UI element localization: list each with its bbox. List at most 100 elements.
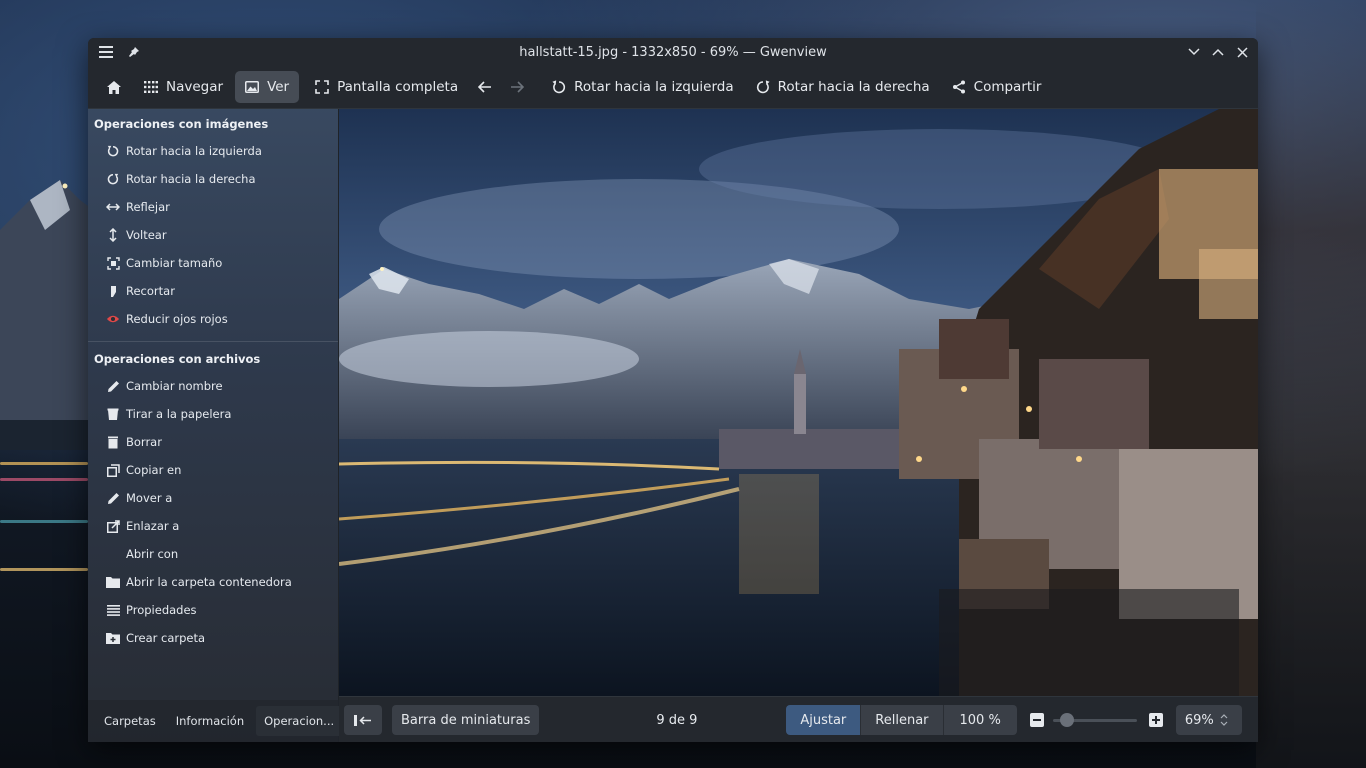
pencil-icon (106, 491, 120, 505)
image-viewer[interactable] (339, 109, 1258, 696)
tab-folders[interactable]: Carpetas (96, 706, 164, 736)
folder-icon (106, 575, 120, 589)
sidebar: Operaciones con imágenes Rotar hacia la … (88, 109, 346, 742)
op-label: Mover a (126, 491, 173, 505)
browse-button[interactable]: Navegar (134, 71, 233, 103)
op-label: Propiedades (126, 603, 197, 617)
op-label: Abrir la carpeta contenedora (126, 575, 292, 589)
op-label: Rotar hacia la izquierda (126, 144, 262, 158)
rotate-left-icon (106, 144, 120, 158)
rotate-left-button[interactable]: Rotar hacia la izquierda (542, 71, 744, 103)
op-delete[interactable]: Borrar (88, 428, 338, 456)
op-open-with[interactable]: Abrir con (88, 540, 338, 568)
op-crop[interactable]: Recortar (88, 277, 338, 305)
maximize-chevron-up-icon[interactable] (1210, 44, 1226, 60)
fullscreen-button[interactable]: Pantalla completa (305, 71, 468, 103)
op-open-folder[interactable]: Abrir la carpeta contenedora (88, 568, 338, 596)
arrow-right-icon (511, 81, 525, 93)
op-label: Borrar (126, 435, 162, 449)
share-label: Compartir (973, 79, 1042, 95)
op-label: Copiar en (126, 463, 182, 477)
view-button[interactable]: Ver (235, 71, 300, 103)
sidebar-tabs: Carpetas Información Operacion... (88, 700, 346, 742)
zoom-slider[interactable] (1052, 713, 1137, 727)
file-operations-title: Operaciones con archivos (94, 352, 261, 366)
titlebar: hallstatt-15.jpg - 1332x850 - 69% — Gwen… (88, 38, 1258, 66)
window-title: hallstatt-15.jpg - 1332x850 - 69% — Gwen… (519, 44, 827, 60)
op-label: Cambiar tamaño (126, 256, 223, 270)
op-label: Rotar hacia la derecha (126, 172, 256, 186)
next-button[interactable] (502, 71, 532, 103)
op-link[interactable]: Enlazar a (88, 512, 338, 540)
op-new-folder[interactable]: Crear carpeta (88, 624, 338, 652)
sidebar-divider (88, 341, 338, 342)
op-mirror[interactable]: Reflejar (88, 193, 338, 221)
share-button[interactable]: Compartir (942, 71, 1052, 103)
zoom-slider-handle[interactable] (1059, 713, 1074, 727)
rotate-left-icon (552, 80, 566, 94)
op-flip[interactable]: Voltear (88, 221, 338, 249)
home-button[interactable] (96, 71, 132, 103)
image-position: 9 de 9 (656, 712, 698, 728)
plus-icon (1151, 716, 1160, 724)
op-rotate-right[interactable]: Rotar hacia la derecha (88, 165, 338, 193)
pencil-icon (106, 379, 120, 393)
gwenview-window: hallstatt-15.jpg - 1332x850 - 69% — Gwen… (88, 38, 1258, 742)
new-folder-icon (106, 631, 120, 645)
fullscreen-label: Pantalla completa (337, 79, 459, 95)
toggle-sidebar-button[interactable] (344, 705, 382, 735)
fullscreen-icon (315, 80, 329, 94)
browse-label: Navegar (166, 79, 224, 95)
rotate-right-icon (106, 172, 120, 186)
op-rotate-left[interactable]: Rotar hacia la izquierda (88, 137, 338, 165)
hamburger-menu-icon[interactable] (98, 44, 114, 60)
arrow-left-icon (478, 81, 492, 93)
zoom-value: 69% (1184, 712, 1214, 728)
properties-icon (106, 603, 120, 617)
home-icon (107, 80, 121, 94)
op-label: Voltear (126, 228, 167, 242)
op-copy[interactable]: Copiar en (88, 456, 338, 484)
zoom-100-button[interactable]: 100 % (942, 705, 1017, 735)
thumbnail-bar-button[interactable]: Barra de miniaturas (392, 705, 540, 735)
tab-information[interactable]: Información (168, 706, 252, 736)
op-label: Reducir ojos rojos (126, 312, 228, 326)
image-operations-title: Operaciones con imágenes (94, 117, 269, 131)
share-icon (952, 80, 965, 94)
fill-button[interactable]: Rellenar (860, 705, 943, 735)
hallstatt-photo (339, 109, 1258, 696)
rotate-right-label: Rotar hacia la derecha (777, 79, 930, 95)
zoom-out-button[interactable] (1029, 713, 1044, 727)
rotate-right-button[interactable]: Rotar hacia la derecha (746, 71, 940, 103)
rotate-left-label: Rotar hacia la izquierda (574, 79, 734, 95)
op-move[interactable]: Mover a (88, 484, 338, 512)
minimize-chevron-down-icon[interactable] (1186, 44, 1202, 60)
zoom-mode-group: Ajustar Rellenar 100 % (786, 705, 1017, 735)
mirror-icon (106, 200, 120, 214)
flip-icon (106, 228, 120, 242)
wallpaper-light-trail (0, 568, 88, 571)
zoom-in-button[interactable] (1148, 713, 1163, 727)
op-red-eye[interactable]: Reducir ojos rojos (88, 305, 338, 333)
wallpaper-mountain (0, 180, 100, 450)
previous-button[interactable] (470, 71, 500, 103)
pin-icon[interactable] (126, 44, 142, 60)
copy-icon (106, 463, 120, 477)
view-label: Ver (267, 79, 290, 95)
delete-icon (106, 435, 120, 449)
resize-icon (106, 256, 120, 270)
op-properties[interactable]: Propiedades (88, 596, 338, 624)
tab-operations[interactable]: Operacion... (256, 706, 343, 736)
red-eye-icon (106, 312, 120, 326)
zoom-spinbox[interactable]: 69% (1175, 705, 1242, 735)
op-rename[interactable]: Cambiar nombre (88, 372, 338, 400)
minus-icon (1032, 719, 1041, 721)
op-resize[interactable]: Cambiar tamaño (88, 249, 338, 277)
close-icon[interactable] (1234, 44, 1250, 60)
op-label: Enlazar a (126, 519, 180, 533)
op-trash[interactable]: Tirar a la papelera (88, 400, 338, 428)
op-label: Abrir con (126, 547, 179, 561)
fit-button[interactable]: Ajustar (786, 705, 861, 735)
wallpaper-light-trail (0, 462, 88, 465)
grid-icon (144, 81, 158, 93)
